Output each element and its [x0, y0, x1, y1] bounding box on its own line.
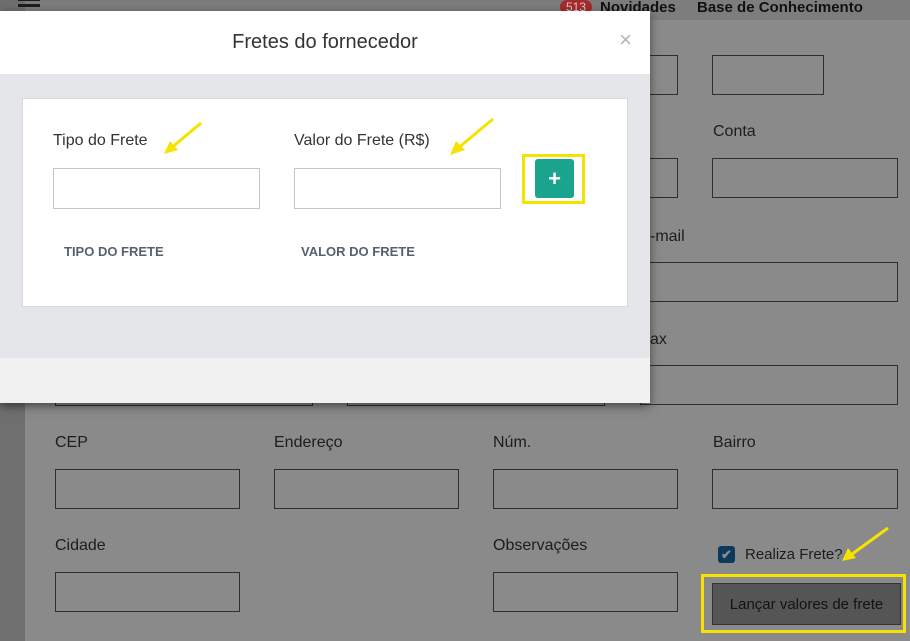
bairro-input[interactable] [712, 469, 898, 509]
base-conhecimento-link[interactable]: Base de Conhecimento [697, 0, 863, 16]
arrow-icon [164, 121, 202, 154]
field-box-top-right[interactable] [712, 55, 824, 95]
num-label: Núm. [493, 434, 532, 451]
observacoes-label: Observações [493, 537, 588, 554]
tipo-frete-input[interactable] [53, 168, 260, 209]
endereco-input[interactable] [274, 469, 459, 509]
modal-header: Fretes do fornecedor × [0, 11, 650, 74]
arrow-icon [842, 526, 889, 561]
modal-title: Fretes do fornecedor [232, 31, 418, 53]
lancar-valores-frete-button[interactable]: Lançar valores de frete [712, 583, 901, 625]
observacoes-input[interactable] [493, 572, 678, 612]
realiza-frete-checkbox-row[interactable]: ✔ Realiza Frete? [718, 546, 843, 563]
conta-input[interactable] [712, 158, 898, 198]
checkbox-checked-icon[interactable]: ✔ [718, 546, 735, 563]
valor-frete-label: Valor do Frete (R$) [294, 132, 430, 149]
modal-body: Tipo do Frete Valor do Frete (R$) + TIPO… [0, 74, 650, 358]
fretes-modal: Fretes do fornecedor × Tipo do Frete Val… [0, 11, 650, 403]
cidade-input[interactable] [55, 572, 240, 612]
table-header-tipo: TIPO DO FRETE [64, 244, 164, 259]
num-input[interactable] [493, 469, 678, 509]
arrow-icon [450, 117, 494, 155]
valor-frete-input[interactable] [294, 168, 501, 209]
cep-label: CEP [55, 434, 88, 451]
table-header-valor: VALOR DO FRETE [301, 244, 415, 259]
plus-icon[interactable]: + [535, 159, 574, 198]
email-label: -mail [650, 228, 685, 245]
conta-label: Conta [713, 123, 756, 140]
frete-card: Tipo do Frete Valor do Frete (R$) + TIPO… [22, 98, 628, 307]
realiza-frete-label: Realiza Frete? [745, 546, 843, 563]
bairro-label: Bairro [713, 434, 756, 451]
endereco-label: Endereço [274, 434, 343, 451]
email-input[interactable] [640, 262, 898, 302]
fax-label: ax [650, 331, 667, 348]
fax-input[interactable] [640, 365, 898, 405]
cidade-label: Cidade [55, 537, 106, 554]
modal-footer [0, 358, 650, 403]
tipo-frete-label: Tipo do Frete [53, 132, 148, 149]
close-icon[interactable]: × [619, 27, 632, 53]
cep-input[interactable] [55, 469, 240, 509]
